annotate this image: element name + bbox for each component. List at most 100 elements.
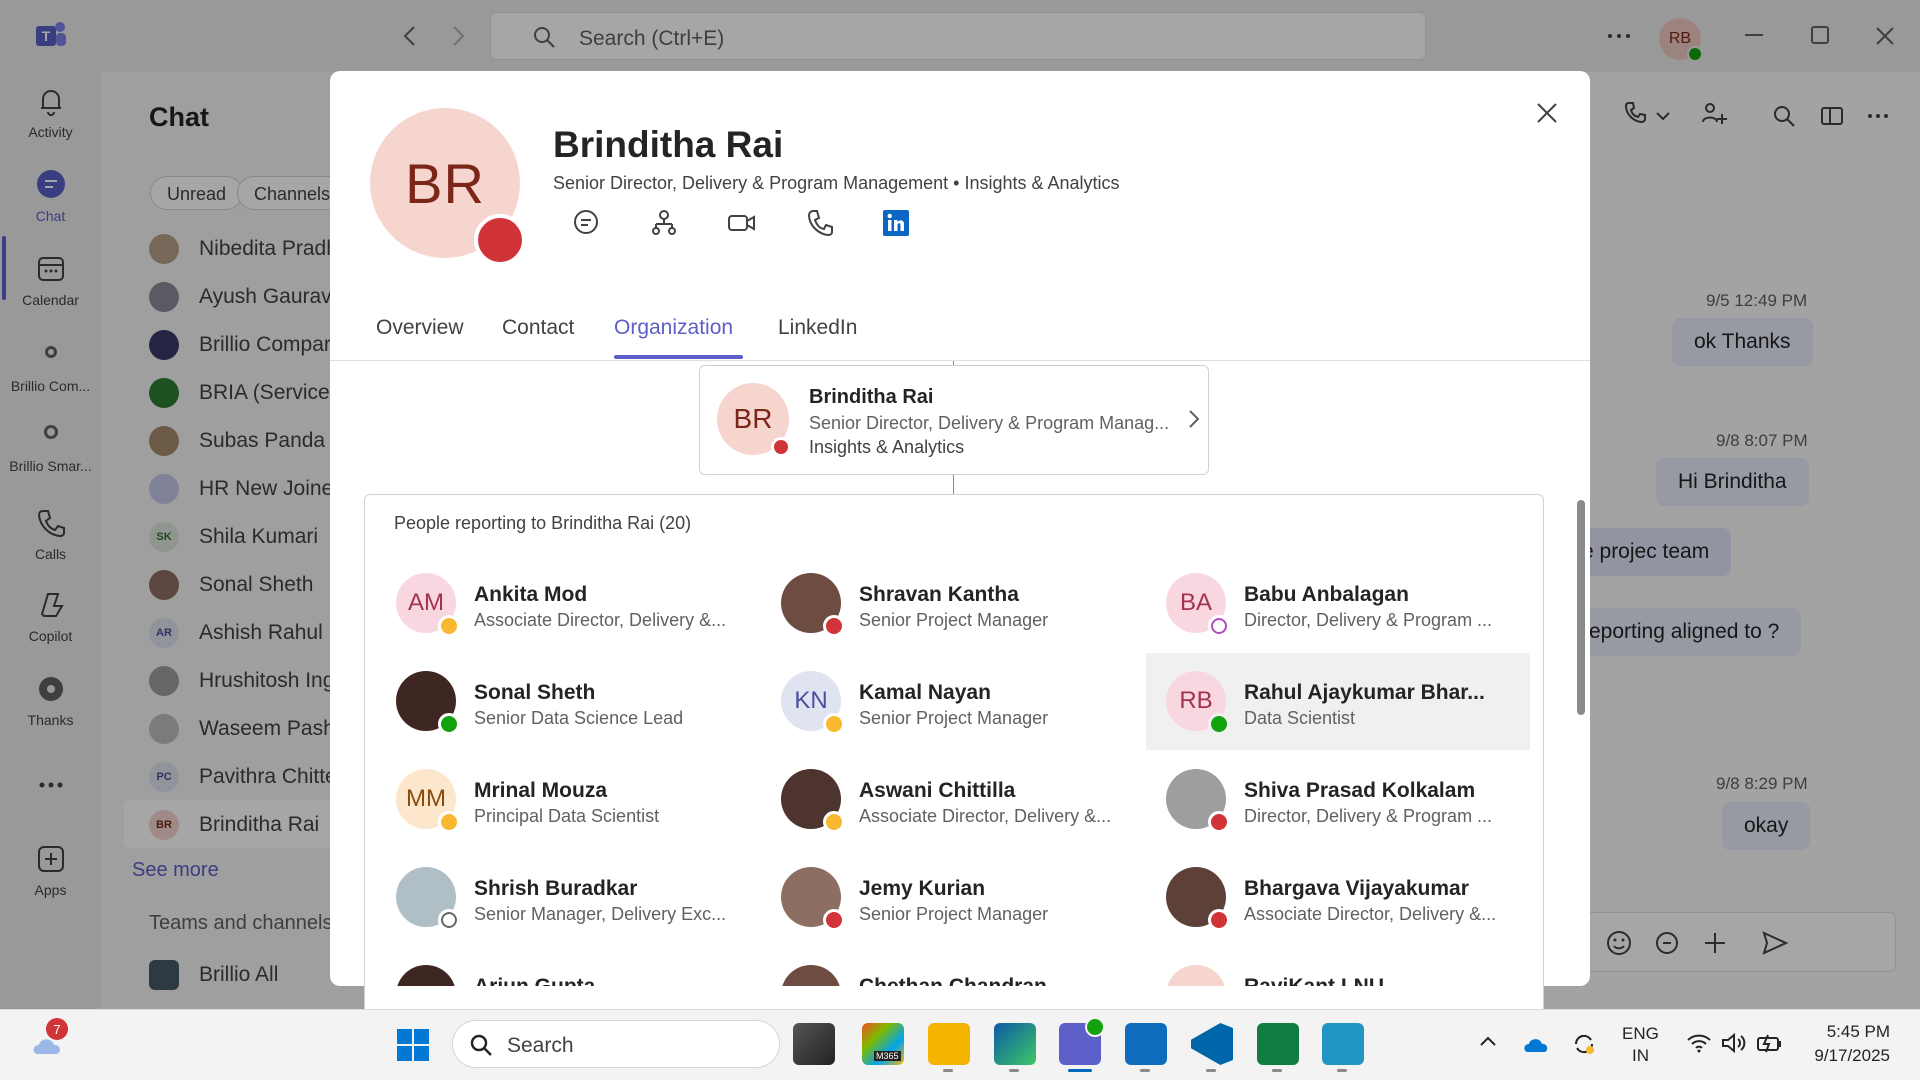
video-icon[interactable]	[726, 207, 758, 239]
report-person[interactable]: Arjun Gupta	[364, 947, 749, 986]
person-name: Aswani Chittilla	[859, 779, 1016, 802]
presence-away-icon	[438, 811, 460, 833]
report-person[interactable]: Chethan Chandran	[749, 947, 1134, 986]
chevron-right-icon[interactable]	[1188, 409, 1200, 429]
person-name: Shravan Kantha	[859, 583, 1019, 606]
taskbar-search[interactable]: Search	[452, 1020, 780, 1068]
person-name: Mrinal Mouza	[474, 779, 608, 802]
phone-icon[interactable]	[804, 207, 836, 239]
person-title: Data Scientist	[1244, 708, 1356, 728]
person-name: Chethan Chandran	[859, 975, 1047, 986]
report-person[interactable]: Shiva Prasad Kolkalam Director, Delivery…	[1134, 751, 1519, 848]
report-person[interactable]: RaviKant LNU	[1134, 947, 1519, 986]
person-name: Arjun Gupta	[474, 975, 595, 986]
running-indicator	[1337, 1069, 1347, 1072]
teams-taskbar-icon[interactable]	[1059, 1017, 1105, 1065]
region-indicator: IN	[1632, 1046, 1649, 1065]
file-explorer-icon[interactable]	[928, 1023, 970, 1065]
wifi-icon[interactable]	[1686, 1032, 1712, 1054]
onedrive-icon[interactable]	[1522, 1034, 1550, 1054]
org-manager-card[interactable]: BR Brinditha Rai Senior Director, Delive…	[699, 365, 1209, 475]
manager-dept: Insights & Analytics	[809, 437, 965, 457]
report-person[interactable]: Shravan Kantha Senior Project Manager	[749, 555, 1134, 652]
person-name: Shrish Buradkar	[474, 877, 638, 900]
person-title: Senior Manager, Delivery Exc...	[474, 904, 727, 924]
running-indicator	[943, 1069, 953, 1072]
org-chart-icon[interactable]	[648, 207, 680, 239]
presence-busy-icon	[823, 615, 845, 637]
tab-organization[interactable]: Organization	[614, 316, 733, 340]
tab-linkedin[interactable]: LinkedIn	[778, 316, 857, 340]
report-person[interactable]: MM Mrinal Mouza Principal Data Scientist	[364, 751, 749, 848]
excel-icon[interactable]	[1257, 1023, 1299, 1065]
avatar-photo	[781, 965, 841, 986]
presence-do-not-disturb-icon	[1208, 811, 1230, 833]
person-name: Shiva Prasad Kolkalam	[1244, 779, 1476, 802]
battery-icon[interactable]	[1756, 1032, 1784, 1054]
windows-start-icon[interactable]	[396, 1028, 430, 1062]
person-title: Director, Delivery & Program ...	[1244, 806, 1493, 826]
tab-overview[interactable]: Overview	[376, 316, 464, 340]
report-person[interactable]: RB Rahul Ajaykumar Bhar... Data Scientis…	[1134, 653, 1519, 750]
report-person[interactable]: BA Babu Anbalagan Director, Delivery & P…	[1134, 555, 1519, 652]
presence-available-icon	[438, 713, 460, 735]
dialog-scrollbar[interactable]	[1577, 500, 1585, 715]
person-name: Rahul Ajaykumar Bhar...	[1244, 681, 1485, 704]
direct-reports-title: People reporting to Brinditha Rai (20)	[394, 513, 692, 533]
report-person[interactable]: KN Kamal Nayan Senior Project Manager	[749, 653, 1134, 750]
sync-icon[interactable]	[1570, 1030, 1598, 1058]
presence-available-icon	[1208, 713, 1230, 735]
presence-away-icon	[823, 713, 845, 735]
close-dialog-icon[interactable]	[1536, 102, 1558, 124]
presence-busy-icon	[771, 437, 791, 457]
person-title: Principal Data Scientist	[474, 806, 660, 826]
chevron-up-icon[interactable]	[1478, 1034, 1498, 1048]
edge-icon[interactable]	[994, 1023, 1036, 1065]
presence-away-icon	[438, 615, 460, 637]
clock-date: 9/17/2025	[1814, 1046, 1890, 1065]
avatar-photo	[396, 965, 456, 986]
report-person[interactable]: Sonal Sheth Senior Data Science Lead	[364, 653, 749, 750]
manager-title: Senior Director, Delivery & Program Mana…	[809, 413, 1170, 433]
search-icon	[469, 1033, 493, 1057]
person-name: Ankita Mod	[474, 583, 588, 606]
linkedin-icon[interactable]	[880, 207, 912, 239]
presence-out-of-office-icon	[1208, 615, 1230, 637]
report-person[interactable]: Bhargava Vijayakumar Associate Director,…	[1134, 849, 1519, 946]
clock-time[interactable]: 5:45 PM	[1820, 1022, 1890, 1042]
person-title: Director, Delivery & Program ...	[1244, 610, 1493, 630]
chat-icon[interactable]	[570, 207, 602, 239]
presence-offline-icon	[438, 909, 460, 931]
presence-away-icon	[823, 811, 845, 833]
weather-icon[interactable]: 7	[28, 1018, 68, 1062]
person-name: Bhargava Vijayakumar	[1244, 877, 1469, 900]
language-indicator[interactable]: ENG	[1622, 1024, 1659, 1044]
profile-title: Senior Director, Delivery & Program Mana…	[553, 173, 1120, 193]
person-name: Jemy Kurian	[859, 877, 986, 900]
running-indicator	[1272, 1069, 1282, 1072]
outlook-icon[interactable]	[1125, 1023, 1167, 1065]
person-title: Senior Project Manager	[859, 610, 1049, 630]
running-indicator	[1206, 1069, 1216, 1072]
volume-icon[interactable]	[1720, 1032, 1746, 1054]
person-title: Associate Director, Delivery &...	[1244, 904, 1497, 924]
m365-icon[interactable]: M365	[862, 1023, 904, 1065]
report-person[interactable]: Shrish Buradkar Senior Manager, Delivery…	[364, 849, 749, 946]
person-title: Senior Project Manager	[859, 708, 1049, 728]
org-connector-line	[953, 475, 954, 494]
report-person[interactable]: Jemy Kurian Senior Project Manager	[749, 849, 1134, 946]
report-person[interactable]: AM Ankita Mod Associate Director, Delive…	[364, 555, 749, 652]
person-title: Associate Director, Delivery &...	[859, 806, 1112, 826]
person-name: Kamal Nayan	[859, 681, 991, 704]
person-title: Associate Director, Delivery &...	[474, 610, 727, 630]
report-person[interactable]: Aswani Chittilla Associate Director, Del…	[749, 751, 1134, 848]
task-view-icon[interactable]	[793, 1023, 835, 1065]
person-name: RaviKant LNU	[1244, 975, 1384, 986]
presence-busy-icon	[1208, 909, 1230, 931]
taskbar-search-placeholder: Search	[507, 1034, 574, 1057]
person-title: Senior Project Manager	[859, 904, 1049, 924]
reports-row-clipped: Arjun Gupta Chethan Chandran RaviKant LN…	[364, 947, 1544, 986]
notepad-icon[interactable]	[1322, 1023, 1364, 1065]
active-indicator	[1068, 1069, 1092, 1072]
tab-contact[interactable]: Contact	[502, 316, 574, 340]
